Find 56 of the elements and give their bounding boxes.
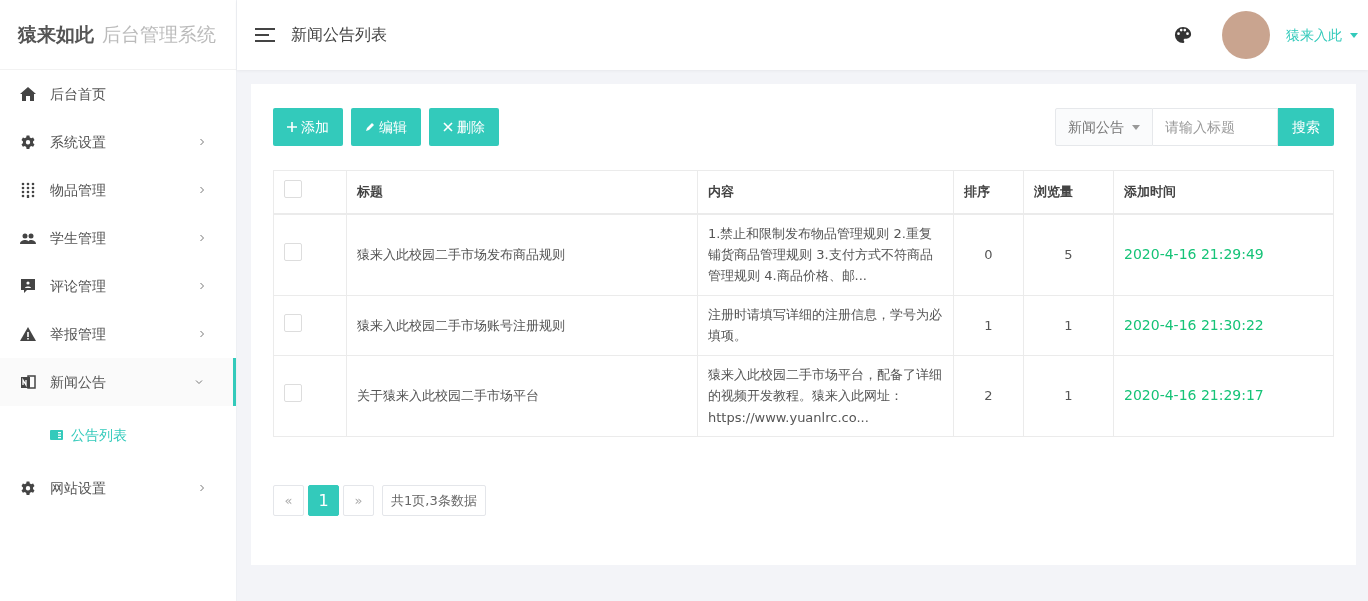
close-icon <box>443 122 453 132</box>
table-cell: 猿来入此校园二手市场平台，配备了详细的视频开发教程。猿来入此网址：https://www.yuanlrc.co... <box>697 355 954 437</box>
sidebar-item[interactable]: 系统设置 <box>0 118 236 166</box>
comment-icon <box>20 278 36 294</box>
table-cell: 猿来入此校园二手市场账号注册规则 <box>346 295 698 356</box>
plus-icon <box>287 122 297 132</box>
table-cell: 1.禁止和限制发布物品管理规则 2.重复铺货商品管理规则 3.支付方式不符商品管理规则 4.商品价格、邮... <box>697 213 954 296</box>
column-header: 排序 <box>953 170 1024 214</box>
avatar[interactable] <box>1222 11 1270 59</box>
home-icon <box>20 86 36 102</box>
table-cell: 5 <box>1023 213 1114 296</box>
caret-icon <box>1132 124 1140 130</box>
next-page-link[interactable]: » <box>343 485 374 516</box>
menu-icon[interactable] <box>255 27 275 43</box>
dot-grid-icon <box>20 182 36 198</box>
category-dropdown[interactable]: 新闻公告 <box>1055 108 1153 146</box>
table-cell: 2020-4-16 21:30:22 <box>1113 295 1334 356</box>
sidebar-item[interactable]: 物品管理 <box>0 166 236 214</box>
column-header: 添加时间 <box>1113 170 1334 214</box>
table-cell: 1 <box>1023 295 1114 356</box>
previous-page-link[interactable]: « <box>273 485 304 516</box>
table-cell: 2020-4-16 21:29:17 <box>1113 355 1334 437</box>
palette-icon[interactable] <box>1174 26 1192 44</box>
column-header: 内容 <box>697 170 954 214</box>
sidebar-item[interactable]: 网站设置 <box>0 464 236 512</box>
book-icon <box>50 430 63 440</box>
table-cell: 2020-4-16 21:29:49 <box>1113 213 1334 296</box>
newspaper-icon <box>20 374 36 390</box>
sidebar-item[interactable]: 评论管理 <box>0 262 236 310</box>
checkbox[interactable] <box>284 242 302 261</box>
page-title: 新闻公告列表 <box>291 24 387 46</box>
app-subtitle: 后台管理系统 <box>102 22 216 48</box>
table-cell: 1 <box>1023 355 1114 437</box>
checkbox[interactable] <box>284 180 302 198</box>
table-cell: 注册时请填写详细的注册信息，学号为必填项。 <box>697 295 954 356</box>
caret-icon <box>1350 32 1358 38</box>
gear-icon <box>20 480 36 496</box>
sidebar-item[interactable]: 后台首页 <box>0 70 236 118</box>
gear-icon <box>20 134 36 150</box>
table-cell: 1 <box>953 295 1024 356</box>
page-summary: 共1页,3条数据 <box>382 485 486 516</box>
column-header: 浏览量 <box>1023 170 1114 214</box>
logo-text: 猿来如此 <box>18 22 94 48</box>
checkbox[interactable] <box>284 313 302 332</box>
table-cell: 0 <box>953 213 1024 296</box>
sidebar-item[interactable]: 举报管理 <box>0 310 236 358</box>
pencil-icon <box>365 122 375 132</box>
table-cell: 猿来入此校园二手市场发布商品规则 <box>346 213 698 296</box>
checkbox[interactable] <box>284 384 302 403</box>
sidebar-item[interactable]: 新闻公告 <box>0 358 236 406</box>
table-cell: 关于猿来入此校园二手市场平台 <box>346 355 698 437</box>
column-header: 标题 <box>346 170 698 214</box>
table-cell: 2 <box>953 355 1024 437</box>
search-field[interactable]: 请输入标题 <box>1153 108 1278 146</box>
sidebar-item[interactable]: 学生管理 <box>0 214 236 262</box>
warning-icon <box>20 326 36 342</box>
